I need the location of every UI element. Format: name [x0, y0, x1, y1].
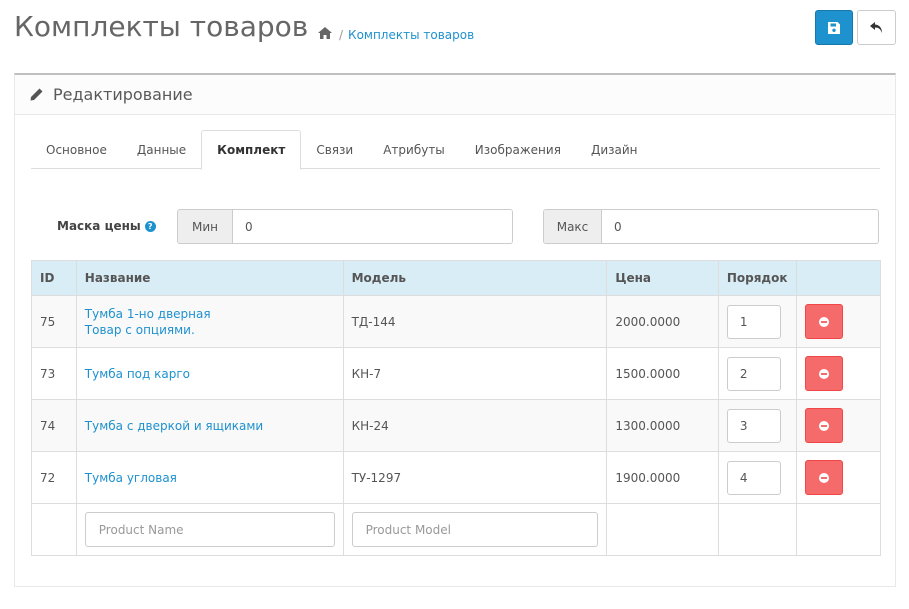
- cell-id: 72: [31, 451, 77, 504]
- cell-action: [795, 399, 881, 452]
- minus-circle-icon: [818, 316, 829, 327]
- sort-order-input[interactable]: 1: [726, 304, 781, 339]
- kit-products-table: ID Название Модель Цена Порядок 75 Тумба…: [31, 260, 881, 556]
- column-header-sort[interactable]: Порядок: [717, 260, 797, 296]
- cell-sort: 3: [717, 399, 797, 452]
- cell-price: 1500.0000: [606, 347, 719, 400]
- add-product-row: Product Name Product Model: [31, 503, 881, 556]
- home-icon[interactable]: [318, 27, 332, 42]
- minus-circle-icon: [818, 420, 829, 431]
- panel-title: Редактирование: [53, 85, 193, 104]
- remove-button[interactable]: [804, 408, 843, 443]
- cell-sort: 4: [717, 451, 797, 504]
- product-name-link[interactable]: Тумба угловая: [85, 470, 335, 486]
- cell-model: КН-24: [342, 399, 608, 452]
- cell-name: Тумба под карго: [75, 347, 344, 400]
- column-header-price[interactable]: Цена: [606, 260, 719, 296]
- price-min-addon: Мин: [178, 210, 233, 243]
- sort-order-input[interactable]: 4: [726, 460, 781, 495]
- product-model-input[interactable]: Product Model: [351, 512, 599, 547]
- tab-bar: Основное Данные Комплект Связи Атрибуты …: [31, 130, 880, 170]
- cell-price: 2000.0000: [606, 295, 719, 348]
- pencil-icon: [30, 88, 43, 101]
- product-name-link[interactable]: Тумба 1-но дверная: [85, 306, 335, 322]
- sort-order-input[interactable]: 3: [726, 408, 781, 443]
- edit-panel: Редактирование Основное Данные Комплект …: [14, 73, 896, 587]
- tab-attributes[interactable]: Атрибуты: [368, 130, 460, 169]
- panel-heading: Редактирование: [15, 75, 895, 115]
- cell-name: Тумба 1-но дверная Товар с опциями.: [75, 295, 344, 348]
- price-max-addon: Макс: [544, 210, 602, 243]
- table-row: 75 Тумба 1-но дверная Товар с опциями. Т…: [31, 295, 881, 348]
- minus-circle-icon: [818, 368, 829, 379]
- table-row: 73 Тумба под карго КН-7 1500.0000 2: [31, 347, 881, 400]
- remove-button[interactable]: [804, 460, 843, 495]
- cell-id: 75: [31, 295, 77, 348]
- product-name-link[interactable]: Тумба с дверкой и ящиками: [85, 418, 335, 434]
- table-row: 72 Тумба угловая ТУ-1297 1900.0000 4: [31, 451, 881, 504]
- breadcrumb-separator: /: [339, 27, 344, 42]
- price-min-group: Мин 0: [177, 209, 513, 244]
- breadcrumb-current-link[interactable]: Комплекты товаров: [348, 28, 474, 42]
- minus-circle-icon: [818, 472, 829, 483]
- cell-action: [795, 295, 881, 348]
- cell-price: 1300.0000: [606, 399, 719, 452]
- cell-sort: 2: [717, 347, 797, 400]
- remove-button[interactable]: [804, 304, 843, 339]
- product-options-note[interactable]: Товар с опциями.: [85, 322, 335, 338]
- cell-model: ТД-144: [342, 295, 608, 348]
- cell-sort: 1: [717, 295, 797, 348]
- cell-id: 73: [31, 347, 77, 400]
- product-name-link[interactable]: Тумба под карго: [85, 366, 335, 382]
- price-max-group: Макс 0: [543, 209, 879, 244]
- reply-icon: [870, 22, 882, 33]
- tab-links[interactable]: Связи: [301, 130, 368, 169]
- cell-price: 1900.0000: [606, 451, 719, 504]
- cell-name: Тумба угловая: [75, 451, 344, 504]
- cell-id: 74: [31, 399, 77, 452]
- save-button[interactable]: [815, 10, 853, 45]
- tab-general[interactable]: Основное: [31, 130, 122, 169]
- cell-model: КН-7: [342, 347, 608, 400]
- price-mask-label-text: Маска цены: [57, 219, 141, 233]
- page-title: Комплекты товаров: [14, 10, 309, 43]
- floppy-icon: [828, 21, 840, 34]
- table-row: 74 Тумба с дверкой и ящиками КН-24 1300.…: [31, 399, 881, 452]
- tab-data[interactable]: Данные: [122, 130, 201, 169]
- table-header-row: ID Название Модель Цена Порядок: [31, 260, 881, 296]
- column-header-model[interactable]: Модель: [342, 260, 608, 296]
- tab-images[interactable]: Изображения: [460, 130, 576, 169]
- tab-design[interactable]: Дизайн: [576, 130, 653, 169]
- column-header-id[interactable]: ID: [31, 260, 77, 296]
- back-button[interactable]: [857, 10, 896, 45]
- column-header-name[interactable]: Название: [75, 260, 344, 296]
- cell-action: [795, 347, 881, 400]
- tab-kit[interactable]: Комплект: [201, 130, 302, 170]
- cell-model: ТУ-1297: [342, 451, 608, 504]
- breadcrumb: / Комплекты товаров: [318, 27, 474, 42]
- column-header-action: [795, 260, 881, 296]
- remove-button[interactable]: [804, 356, 843, 391]
- price-mask-label: Маска цены ?: [57, 219, 156, 233]
- price-min-input[interactable]: 0: [233, 210, 512, 243]
- cell-action: [795, 451, 881, 504]
- product-name-input[interactable]: Product Name: [84, 512, 335, 547]
- price-max-input[interactable]: 0: [602, 210, 878, 243]
- cell-name: Тумба с дверкой и ящиками: [75, 399, 344, 452]
- sort-order-input[interactable]: 2: [726, 356, 781, 391]
- help-icon[interactable]: ?: [144, 220, 156, 232]
